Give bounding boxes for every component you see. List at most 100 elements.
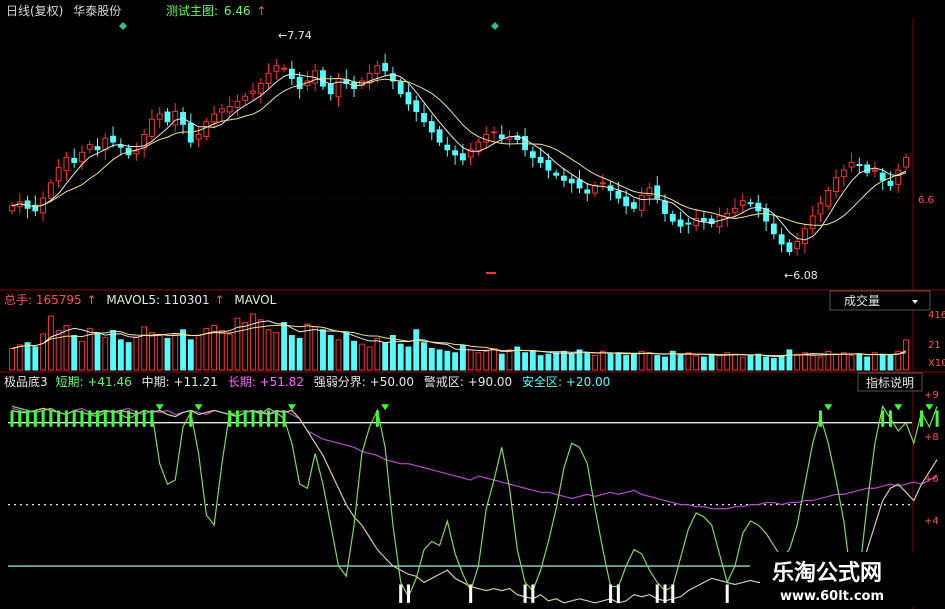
- buy-signal-bar: [251, 410, 255, 427]
- volume-bar: [840, 352, 847, 371]
- candlestick-series: [9, 53, 909, 256]
- buy-signal-bar: [41, 410, 45, 427]
- candle-body: [327, 83, 334, 95]
- candle-body: [856, 164, 863, 167]
- volume-bar: [848, 355, 855, 371]
- bottom-signal-bar: [523, 584, 527, 603]
- buy-signal-bar: [189, 410, 193, 427]
- candle-body: [654, 185, 661, 199]
- volume-bar: [879, 353, 886, 371]
- candle-body: [234, 100, 241, 108]
- volume-bar: [833, 353, 839, 371]
- mid-value: +11.21: [173, 375, 217, 389]
- candle-body: [94, 146, 101, 151]
- mavol-label: MAVOL: [234, 293, 276, 307]
- indicator-axis-label: +6: [924, 474, 939, 485]
- volume-bar: [133, 336, 140, 371]
- candle-body: [794, 240, 801, 250]
- volume-bar: [327, 335, 334, 371]
- period-label[interactable]: 日线(复权): [6, 4, 63, 18]
- candle-body: [436, 129, 443, 143]
- candle-body: [895, 169, 902, 185]
- candle-body: [638, 195, 645, 211]
- volume-bar: [436, 349, 443, 371]
- volume-bar: [94, 332, 101, 371]
- volume-bar: [708, 353, 715, 371]
- candle-body: [335, 77, 342, 98]
- indicator-up-arrow: ↑: [256, 4, 266, 18]
- candle-body: [483, 133, 490, 143]
- warning-value: +90.00: [468, 375, 512, 389]
- buy-signal-bar: [259, 410, 263, 427]
- volume-bar: [55, 330, 62, 371]
- indicator-value: 6.46: [224, 4, 251, 18]
- signal-arrow-icon: [155, 404, 164, 411]
- total-volume-label: 总手:: [4, 293, 36, 307]
- watermark-url: www.60lt.com: [780, 589, 884, 604]
- volume-bar: [646, 352, 653, 371]
- buy-signal-bar: [33, 410, 37, 427]
- buy-signal-bar: [103, 410, 107, 427]
- low-price-value: 6.08: [793, 269, 818, 282]
- volume-bar: [281, 322, 287, 371]
- price-ma-line-2: [11, 77, 907, 226]
- bottom-signal-bar: [406, 584, 410, 603]
- candle-body: [537, 156, 544, 163]
- bottom-signal-bar: [469, 584, 473, 603]
- volume-bar: [180, 329, 186, 371]
- candle-body: [677, 219, 684, 227]
- volume-header: 总手: 165795 ↑ MAVOL5: 110301 ↑ MAVOL: [4, 293, 277, 307]
- candle-body: [592, 184, 598, 194]
- volume-bar: [405, 346, 412, 371]
- candle-body: [218, 108, 225, 113]
- volume-bar: [265, 329, 272, 371]
- candle-body: [71, 157, 78, 163]
- candle-body: [833, 177, 839, 193]
- candle-body: [250, 90, 256, 94]
- candle-body: [553, 172, 560, 176]
- candle-body: [397, 81, 404, 95]
- volume-bar: [638, 350, 645, 371]
- volume-bar: [421, 342, 427, 371]
- volume-bar: [700, 356, 707, 371]
- buy-signal-bar: [80, 410, 84, 427]
- candle-body: [9, 205, 15, 212]
- candle-body: [498, 134, 505, 139]
- diamond-marker-icon: [119, 22, 127, 30]
- buy-signal-bar: [111, 410, 115, 427]
- candle-body: [421, 113, 427, 123]
- volume-bar: [141, 326, 148, 371]
- volume-bar: [343, 332, 350, 371]
- bottom-signal-bar: [616, 584, 620, 603]
- buy-signal-bar: [375, 410, 379, 427]
- volume-bar: [172, 333, 179, 371]
- indicator-help-label[interactable]: 指标说明: [866, 375, 914, 390]
- candle-body: [576, 179, 583, 189]
- volume-bar: [117, 339, 124, 371]
- candle-body: [172, 111, 179, 126]
- volume-axis-label: 21: [928, 340, 941, 351]
- mid-label: 中期:: [142, 374, 174, 389]
- indicator-help-button[interactable]: 指标说明: [857, 372, 923, 392]
- candle-body: [428, 121, 435, 133]
- candle-body: [529, 151, 536, 158]
- volume-axis-label: X10: [928, 358, 945, 369]
- candle-body: [102, 137, 109, 151]
- candle-body: [187, 122, 194, 143]
- bottom-signal-bar: [609, 584, 613, 603]
- volume-bar: [623, 355, 630, 371]
- volume-dropdown[interactable]: 成交量: [829, 290, 931, 311]
- volume-axis-label: 416: [928, 310, 945, 321]
- buy-signal-bar: [228, 410, 232, 427]
- candle-body: [903, 156, 909, 168]
- buy-signal-bar: [57, 410, 61, 427]
- candle-body: [848, 161, 855, 168]
- volume-bar: [16, 344, 23, 371]
- volume-bar: [452, 352, 459, 371]
- candle-body: [545, 159, 552, 171]
- watermark-name: 乐淘公式网: [772, 560, 882, 586]
- volume-bar: [9, 347, 15, 371]
- buy-signal-bar: [64, 410, 68, 427]
- volume-dropdown-label[interactable]: 成交量: [844, 293, 880, 308]
- candle-body: [599, 182, 606, 185]
